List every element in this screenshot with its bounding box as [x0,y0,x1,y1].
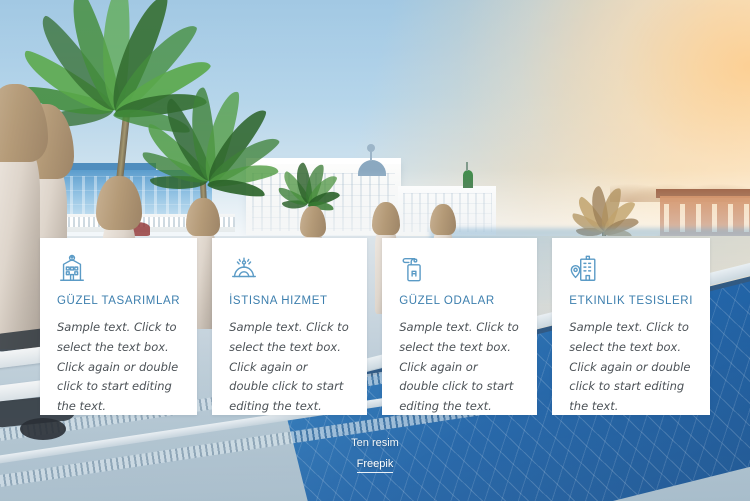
feature-card-title: GÜZEL ODALAR [399,295,520,307]
page-root: GÜZEL TASARIMLAR Sample text. Click to s… [0,0,750,501]
feature-card-row: GÜZEL TASARIMLAR Sample text. Click to s… [40,238,710,415]
feature-card-title: İSTISNA HIZMET [229,295,350,307]
image-credit: Ten resim Freepik [0,437,750,470]
feature-card-body: Sample text. Click to select the text bo… [57,318,180,417]
hotel-location-pin-icon [569,254,693,284]
feature-card-1[interactable]: GÜZEL TASARIMLAR Sample text. Click to s… [40,238,197,415]
door-hanger-icon [399,254,520,284]
credit-label: Ten resim [0,437,750,449]
feature-card-body: Sample text. Click to select the text bo… [569,318,693,417]
credit-link-freepik[interactable]: Freepik [357,458,394,473]
feature-card-title: GÜZEL TASARIMLAR [57,295,180,307]
service-bell-icon [229,254,350,284]
feature-card-4[interactable]: ETKINLIK TESISLERI Sample text. Click to… [552,238,710,415]
feature-card-body: Sample text. Click to select the text bo… [399,318,520,417]
feature-card-title: ETKINLIK TESISLERI [569,295,693,307]
feature-card-2[interactable]: İSTISNA HIZMET Sample text. Click to sel… [212,238,367,415]
feature-card-3[interactable]: GÜZEL ODALAR Sample text. Click to selec… [382,238,537,415]
hotel-building-icon [57,254,180,284]
feature-card-body: Sample text. Click to select the text bo… [229,318,350,417]
